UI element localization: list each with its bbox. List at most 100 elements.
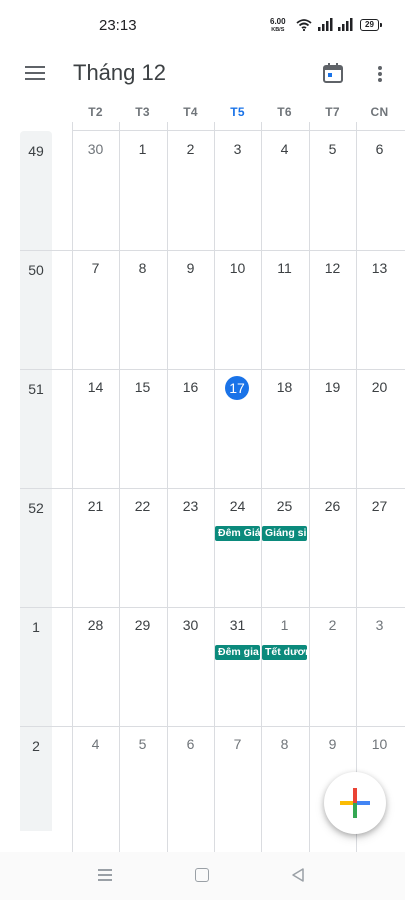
- day-number: 10: [229, 260, 246, 276]
- day-cell[interactable]: 9: [167, 250, 214, 369]
- day-cell[interactable]: 21: [72, 488, 119, 607]
- day-cell[interactable]: 25: [261, 488, 308, 607]
- day-cell[interactable]: 6: [356, 131, 403, 250]
- day-number: 8: [280, 736, 289, 752]
- day-number: 2: [186, 141, 195, 157]
- day-number: 3: [233, 141, 242, 157]
- calendar-today-icon[interactable]: [321, 61, 345, 85]
- day-cell[interactable]: 10: [214, 250, 261, 369]
- day-number: 29: [134, 617, 151, 633]
- day-cell[interactable]: 12: [309, 250, 356, 369]
- nav-menu-icon[interactable]: [98, 868, 114, 882]
- day-number: 1: [138, 141, 147, 157]
- nav-home-icon[interactable]: [195, 868, 209, 882]
- day-number: 6: [375, 141, 384, 157]
- week-number[interactable]: 50: [20, 262, 52, 278]
- day-cell[interactable]: 23: [167, 488, 214, 607]
- day-number: 7: [91, 260, 100, 276]
- day-number: 23: [182, 498, 199, 514]
- day-cell[interactable]: 22: [119, 488, 166, 607]
- day-cell[interactable]: 2: [309, 607, 356, 726]
- day-number: 26: [324, 498, 341, 514]
- day-cell[interactable]: 4: [261, 131, 308, 250]
- google-plus-add-icon: [340, 788, 370, 818]
- day-cell[interactable]: 26: [309, 488, 356, 607]
- page-title[interactable]: Tháng 12: [73, 60, 166, 86]
- week-number[interactable]: 51: [20, 381, 52, 397]
- day-number: 22: [134, 498, 151, 514]
- network-speed: 6.00 KB/S: [270, 18, 286, 34]
- day-number: 9: [328, 736, 337, 752]
- day-number: 3: [375, 617, 384, 633]
- day-cell[interactable]: 18: [261, 369, 308, 488]
- week-number[interactable]: 2: [20, 738, 52, 754]
- day-cell[interactable]: 5: [309, 131, 356, 250]
- day-number: 9: [186, 260, 195, 276]
- signal-strength-icon: [338, 18, 353, 31]
- day-cell[interactable]: 3: [356, 607, 403, 726]
- day-cell[interactable]: 29: [119, 607, 166, 726]
- day-cell[interactable]: 11: [261, 250, 308, 369]
- day-cell[interactable]: 2: [167, 131, 214, 250]
- day-number: 18: [276, 379, 293, 395]
- day-cell[interactable]: 16: [167, 369, 214, 488]
- week-number[interactable]: 1: [20, 619, 52, 635]
- day-cell[interactable]: 6: [167, 726, 214, 845]
- day-number: 5: [138, 736, 147, 752]
- day-cell[interactable]: 19: [309, 369, 356, 488]
- day-cell[interactable]: 31: [214, 607, 261, 726]
- day-number: 13: [371, 260, 388, 276]
- battery-icon: 29: [360, 19, 382, 31]
- create-event-button[interactable]: [324, 772, 386, 834]
- day-cell[interactable]: 5: [119, 726, 166, 845]
- hamburger-menu-icon[interactable]: [24, 64, 48, 82]
- day-number: 31: [229, 617, 246, 633]
- day-number: 1: [280, 617, 289, 633]
- day-number: 11: [277, 260, 292, 276]
- day-cell[interactable]: 8: [119, 250, 166, 369]
- network-speed-unit: KB/S: [271, 27, 285, 33]
- day-cell[interactable]: 3: [214, 131, 261, 250]
- day-cell[interactable]: 7: [214, 726, 261, 845]
- day-number: 28: [87, 617, 104, 633]
- event-chip[interactable]: Đêm Giá: [215, 526, 260, 541]
- day-cell[interactable]: 24: [214, 488, 261, 607]
- day-cell[interactable]: 7: [72, 250, 119, 369]
- today-date: 17: [225, 376, 249, 400]
- week-number[interactable]: 52: [20, 500, 52, 516]
- day-cell[interactable]: 8: [261, 726, 308, 845]
- event-chip[interactable]: Tết dươn: [262, 645, 307, 660]
- day-number: 7: [233, 736, 242, 752]
- event-chip[interactable]: Giáng si: [262, 526, 307, 541]
- day-cell[interactable]: 28: [72, 607, 119, 726]
- week-number[interactable]: 49: [20, 143, 52, 159]
- weekday-label: T2: [88, 105, 103, 119]
- day-number: 27: [371, 498, 388, 514]
- day-cell[interactable]: 1: [261, 607, 308, 726]
- day-number: 6: [186, 736, 195, 752]
- day-cell[interactable]: 13: [356, 250, 403, 369]
- day-cell[interactable]: 27: [356, 488, 403, 607]
- day-number: 12: [324, 260, 341, 276]
- event-chip[interactable]: Đêm gia: [215, 645, 260, 660]
- more-vert-icon[interactable]: [372, 63, 388, 85]
- signal-strength-icon: [318, 18, 333, 31]
- day-cell[interactable]: 14: [72, 369, 119, 488]
- day-cell[interactable]: 30: [167, 607, 214, 726]
- day-cell[interactable]: 1: [119, 131, 166, 250]
- day-number: 16: [182, 379, 199, 395]
- day-cell[interactable]: 30: [72, 131, 119, 250]
- day-number: 5: [328, 141, 337, 157]
- day-cell[interactable]: 17: [214, 369, 261, 488]
- day-cell[interactable]: 4: [72, 726, 119, 845]
- nav-back-icon[interactable]: [290, 867, 306, 883]
- day-number: 4: [280, 141, 289, 157]
- weekday-label: T4: [183, 105, 198, 119]
- day-cell[interactable]: 20: [356, 369, 403, 488]
- weekday-label: T3: [135, 105, 150, 119]
- wifi-icon: [296, 19, 312, 31]
- weekday-label: T5: [230, 105, 245, 119]
- day-number: 24: [229, 498, 246, 514]
- day-cell[interactable]: 15: [119, 369, 166, 488]
- day-number: 25: [276, 498, 293, 514]
